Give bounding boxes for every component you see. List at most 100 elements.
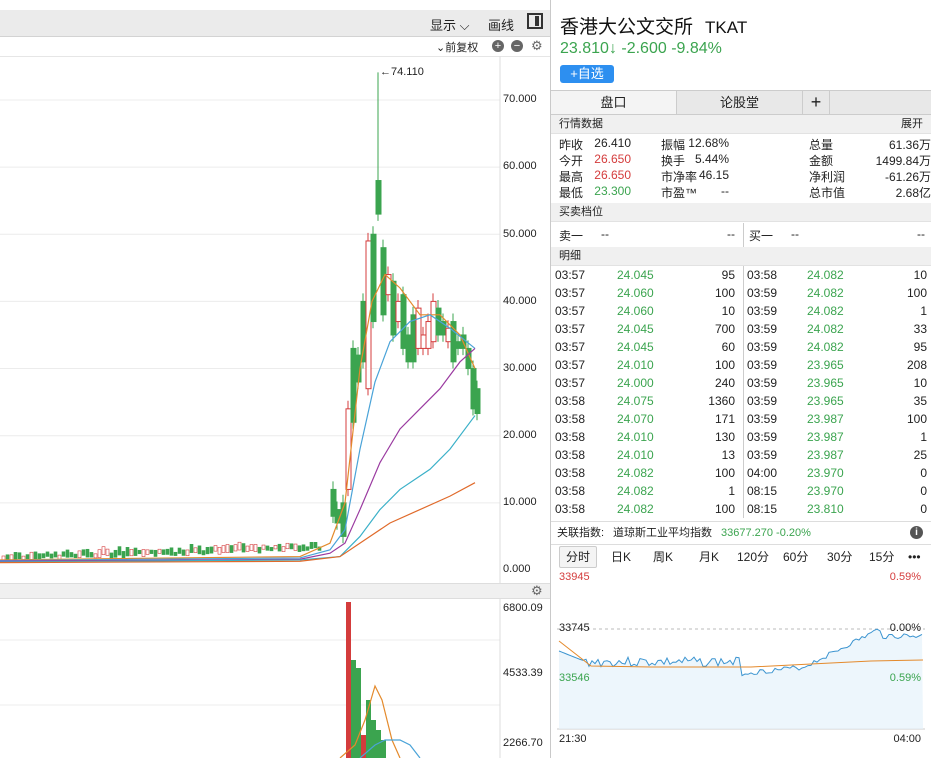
price-axis-tick: 40.000	[503, 295, 537, 307]
ma-line	[0, 347, 476, 562]
stat-label: 换手	[661, 154, 686, 168]
candle	[245, 545, 250, 552]
add-watchlist-button[interactable]: +自选	[560, 65, 614, 83]
candlestick-chart-pane[interactable]: 显示 ⌵ 画线 ⌄前复权 + − ⚙ 70.000 60.000 50.000 …	[0, 0, 551, 758]
volume-bar	[381, 740, 386, 758]
trade-price: 24.075	[617, 394, 654, 408]
period-tab[interactable]: 周K	[653, 545, 673, 569]
trade-time: 03:59	[747, 358, 778, 372]
volume-bar	[356, 668, 361, 758]
trade-price: 24.082	[807, 322, 844, 336]
info-icon[interactable]: i	[910, 526, 923, 539]
trade-price: 24.082	[807, 304, 844, 318]
trade-volume: 1360	[708, 394, 735, 408]
stat-label: 昨收	[559, 138, 584, 152]
price-chart-svg	[0, 56, 501, 758]
stat-value: 26.410	[594, 136, 631, 150]
stat-value: -61.26万	[884, 170, 931, 184]
period-tab[interactable]: •••	[908, 545, 921, 569]
stat-label: 市盈™	[661, 186, 698, 200]
trade-row: 03:58 24.082 100 08:15 23.810 0	[551, 500, 931, 518]
candle	[93, 553, 98, 559]
trade-volume: 10	[721, 304, 735, 318]
market-data-row: 最高 26.650 市净率 46.15 净利润 -61.26万	[551, 168, 931, 184]
period-tab[interactable]: 分时	[559, 546, 598, 568]
trade-volume: 100	[714, 286, 735, 300]
candle	[101, 546, 106, 555]
candle	[137, 549, 142, 555]
candle	[221, 545, 226, 553]
buy1-label: 买一	[749, 229, 774, 243]
mini-x-end: 04:00	[893, 733, 921, 745]
trade-price: 24.045	[617, 268, 654, 282]
price-axis-tick: 20.000	[503, 429, 537, 441]
trade-time: 03:57	[555, 340, 586, 354]
section-title: 买卖档位	[559, 206, 603, 218]
trade-time: 03:59	[747, 376, 778, 390]
period-selector: 分时 日K 周K 月K 120分 60分 30分 15分 •••	[551, 545, 931, 569]
mini-y-bot: 33546	[559, 672, 590, 684]
candle	[141, 549, 146, 557]
period-tab[interactable]: 120分	[737, 545, 769, 569]
trade-time: 03:59	[747, 340, 778, 354]
trade-price: 24.082	[807, 286, 844, 300]
stat-label: 振幅	[661, 138, 686, 152]
candle	[474, 388, 481, 415]
period-tab[interactable]: 月K	[699, 545, 719, 569]
stat-value: 1499.84万	[875, 154, 931, 168]
period-tab[interactable]: 60分	[783, 545, 808, 569]
stock-header: 香港大公文交所 TKAT	[560, 12, 747, 39]
trade-volume: 33	[913, 322, 927, 336]
trade-row: 03:58 24.010 13 03:59 23.987 25	[551, 446, 931, 464]
candle	[157, 548, 162, 554]
candle	[305, 546, 310, 551]
candle	[25, 554, 30, 560]
trade-row: 03:57 24.045 700 03:59 24.082 33	[551, 320, 931, 338]
trade-volume: 171	[714, 412, 735, 426]
trade-price: 24.070	[617, 412, 654, 426]
mini-pct-mid: 0.00%	[889, 622, 921, 634]
candle	[41, 553, 46, 559]
gear-icon[interactable]: ⚙	[531, 583, 543, 599]
candle	[269, 547, 274, 552]
trade-volume: 208	[906, 358, 927, 372]
trade-time: 03:57	[555, 304, 586, 318]
divider	[743, 266, 744, 518]
trade-volume: 700	[714, 322, 735, 336]
panel-tabs: 盘口 论股堂 +	[551, 90, 931, 115]
mini-y-mid: 33745	[559, 622, 590, 634]
trade-time: 03:58	[555, 466, 586, 480]
expand-link[interactable]: 展开	[901, 115, 923, 133]
candle	[241, 543, 246, 553]
candle	[73, 553, 78, 559]
related-index-bar[interactable]: 关联指数: 道琼斯工业平均指数 33677.270 -0.20% i	[551, 521, 931, 545]
mini-x-start: 21:30	[559, 733, 587, 745]
period-tab[interactable]: 日K	[611, 545, 631, 569]
trade-time: 08:15	[747, 502, 778, 516]
candle	[425, 321, 432, 349]
tab-pankou[interactable]: 盘口	[551, 91, 677, 114]
sell1-price: --	[601, 227, 609, 241]
trade-volume: 100	[714, 502, 735, 516]
trade-time: 03:58	[555, 412, 586, 426]
trade-price: 24.082	[617, 484, 654, 498]
candle	[334, 509, 341, 524]
volume-axis-tick: 2266.70	[503, 737, 543, 749]
trade-time: 03:58	[555, 430, 586, 444]
tab-forum[interactable]: 论股堂	[677, 91, 803, 114]
candle	[253, 544, 258, 552]
trade-volume: 95	[721, 268, 735, 282]
trade-time: 08:15	[747, 484, 778, 498]
candle	[285, 542, 290, 550]
trade-volume: 1	[728, 484, 735, 498]
trade-row: 03:57 24.045 95 03:58 24.082 10	[551, 266, 931, 284]
trade-volume: 1	[920, 304, 927, 318]
trade-volume: 100	[906, 412, 927, 426]
period-tab[interactable]: 30分	[827, 545, 852, 569]
trade-volume: 60	[721, 340, 735, 354]
trade-volume: 13	[721, 448, 735, 462]
add-tab-icon[interactable]: +	[803, 91, 830, 114]
index-label: 关联指数:	[557, 527, 605, 539]
trade-row: 03:57 24.060 10 03:59 24.082 1	[551, 302, 931, 320]
period-tab[interactable]: 15分	[869, 545, 894, 569]
